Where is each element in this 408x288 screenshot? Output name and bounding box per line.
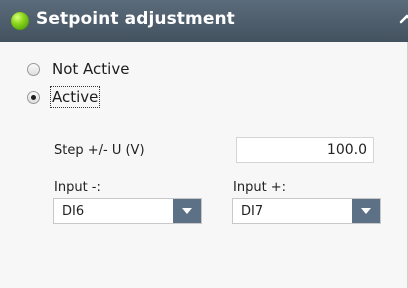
radio-not-active[interactable]: Not Active	[27, 58, 129, 80]
radio-active-label: Active	[49, 86, 101, 108]
input-plus-label: Input +:	[233, 180, 287, 195]
input-minus-label: Input -:	[54, 180, 101, 195]
panel-header[interactable]: Setpoint adjustment	[0, 0, 408, 42]
step-input[interactable]	[236, 137, 374, 163]
input-minus-select[interactable]: DI6	[53, 198, 202, 224]
radio-active[interactable]: Active	[27, 86, 101, 108]
radio-not-active-label: Not Active	[52, 60, 130, 78]
radio-active-button[interactable]	[27, 90, 40, 104]
radio-not-active-button[interactable]	[27, 62, 40, 76]
green-status-icon	[11, 12, 29, 30]
chevron-up-icon[interactable]	[398, 10, 408, 28]
input-plus-select[interactable]: DI7	[232, 198, 381, 224]
input-plus-value: DI7	[241, 204, 264, 219]
chevron-down-icon[interactable]	[352, 199, 380, 223]
step-label: Step +/- U (V)	[54, 143, 145, 158]
chevron-down-icon[interactable]	[173, 199, 201, 223]
input-minus-value: DI6	[62, 204, 85, 219]
panel-title: Setpoint adjustment	[36, 9, 235, 29]
setpoint-adjustment-panel: Setpoint adjustment Not Active Active St…	[0, 0, 408, 288]
